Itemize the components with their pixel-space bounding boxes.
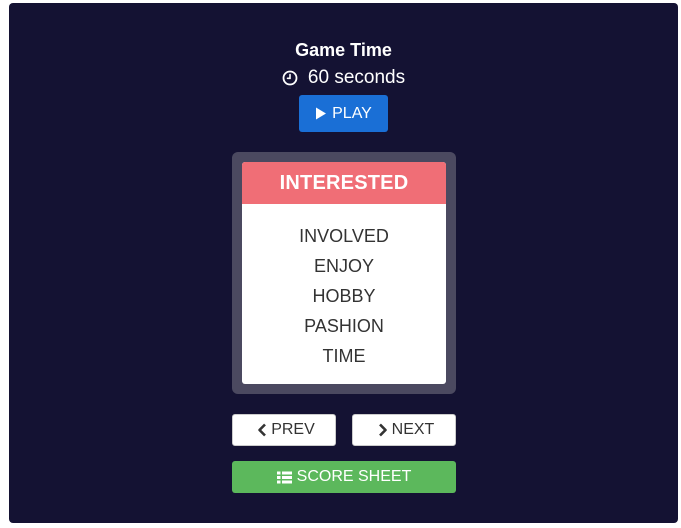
play-icon (316, 107, 327, 120)
taboo-word: HOBBY (312, 286, 376, 306)
chevron-left-icon (258, 423, 267, 437)
game-panel: Game Time 60 seconds PLAY INTERESTED INV… (9, 3, 678, 523)
score-sheet-label: SCORE SHEET (296, 468, 412, 485)
word-card: INTERESTED INVOLVED ENJOY HOBBY PASHION … (242, 162, 446, 384)
prev-button-label: PREV (271, 421, 315, 438)
prev-button[interactable]: PREV (232, 414, 336, 446)
word-card-frame: INTERESTED INVOLVED ENJOY HOBBY PASHION … (232, 152, 456, 394)
clock-icon (282, 70, 298, 86)
chevron-right-icon (378, 423, 387, 437)
taboo-word: PASHION (304, 316, 384, 336)
play-button[interactable]: PLAY (299, 95, 388, 132)
game-title: Game Time (295, 40, 392, 60)
taboo-word: ENJOY (313, 256, 374, 276)
next-button[interactable]: NEXT (352, 414, 456, 446)
taboo-word-list: INVOLVED ENJOY HOBBY PASHION TIME (242, 204, 446, 371)
list-icon (276, 471, 292, 483)
timer-display: 60 seconds (9, 67, 678, 89)
target-word: INTERESTED (242, 162, 446, 204)
play-button-label: PLAY (332, 104, 372, 122)
timer-text: 60 seconds (307, 67, 406, 88)
next-button-label: NEXT (391, 421, 435, 438)
taboo-word: INVOLVED (299, 226, 389, 246)
taboo-word: TIME (322, 346, 366, 366)
score-sheet-button[interactable]: SCORE SHEET (232, 461, 456, 493)
